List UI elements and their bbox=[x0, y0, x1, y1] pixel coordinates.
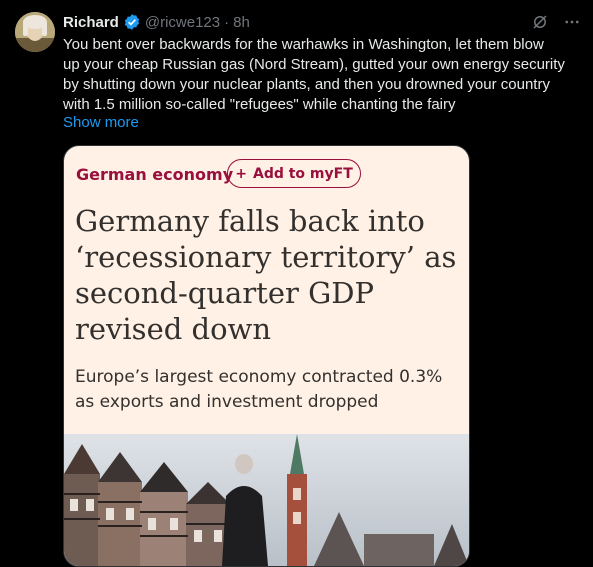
show-more-link[interactable]: Show more bbox=[63, 114, 139, 131]
verified-badge-icon bbox=[123, 13, 141, 31]
author-handle[interactable]: @ricwe123 bbox=[145, 14, 220, 31]
article-photo bbox=[64, 434, 469, 566]
article-standfirst: Europe’s largest economy contracted 0.3%… bbox=[75, 367, 443, 412]
add-to-myft-label: Add to myFT bbox=[252, 165, 353, 182]
add-to-myft-button[interactable]: + Add to myFT bbox=[227, 159, 361, 188]
post-time[interactable]: 8h bbox=[233, 14, 250, 31]
tweet-header: Richard @ricwe123 · 8h bbox=[63, 11, 583, 33]
author-name[interactable]: Richard bbox=[63, 14, 119, 31]
article-card[interactable]: German economy + Add to myFT Germany fal… bbox=[63, 145, 470, 567]
more-icon[interactable] bbox=[561, 11, 583, 33]
avatar-image bbox=[15, 12, 55, 52]
article-headline: Germany falls back into ‘recessionary te… bbox=[75, 204, 457, 346]
section-label[interactable]: German economy bbox=[76, 165, 233, 184]
plus-icon: + bbox=[235, 165, 247, 182]
separator-dot: · bbox=[224, 13, 230, 31]
avatar[interactable] bbox=[15, 12, 55, 52]
grok-icon[interactable] bbox=[529, 11, 551, 33]
tweet-text: You bent over backwards for the warhawks… bbox=[63, 36, 565, 113]
